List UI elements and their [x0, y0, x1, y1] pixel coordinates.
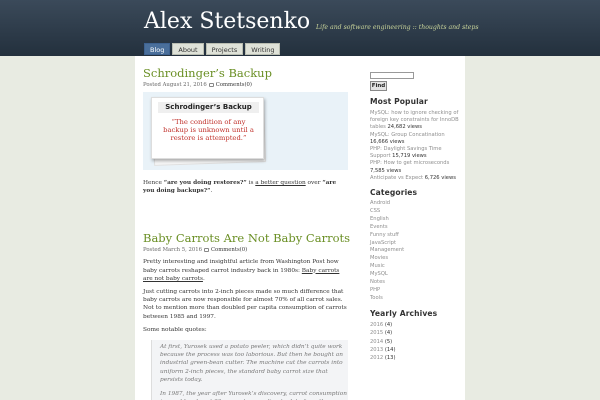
comment-icon [208, 83, 214, 87]
post: Baby Carrots Are Not Baby Carrots Posted… [143, 231, 350, 400]
archive-count: (4) [384, 321, 393, 328]
excerpt-text: . [210, 188, 213, 195]
archive-count: (4) [384, 330, 393, 337]
category-link[interactable]: Movies [370, 255, 460, 263]
category-link[interactable]: MySQL [370, 271, 460, 279]
most-popular-list: MySQL: how to ignore checking of foreign… [370, 110, 460, 182]
quote-card: Schrodinger’s Backup “The condition of a… [151, 97, 264, 159]
view-count: 6,726 views [424, 174, 456, 181]
paragraph: Some notable quotes: [143, 326, 207, 333]
category-link[interactable]: JavaScript [370, 240, 460, 248]
excerpt-text: Hence [143, 180, 164, 186]
quote-paragraph: In 1987, the year after Yurosek’s discov… [160, 391, 347, 400]
main-nav: Blog About Projects Writing [144, 43, 281, 55]
category-link[interactable]: PHP [370, 287, 460, 295]
archives-title: Yearly Archives [370, 308, 438, 318]
post-excerpt: Hence “are you doing restores?” is a bet… [143, 179, 348, 195]
nav-blog[interactable]: Blog [144, 43, 171, 55]
view-count: 24,682 views [387, 124, 422, 131]
popular-item: PHP: Daylight Savings Time Support 15,71… [370, 146, 460, 160]
search-input[interactable] [370, 72, 414, 79]
archive-count: (14) [384, 347, 396, 354]
popular-link[interactable]: PHP: How to get microseconds [370, 160, 449, 166]
blockquote: At first, Yurosek used a potato peeler, … [151, 340, 348, 400]
archive-year-link[interactable]: 2012 [370, 355, 383, 361]
card-title: Schrodinger’s Backup [158, 102, 259, 113]
nav-about[interactable]: About [172, 43, 204, 55]
card-quote: “The condition of any backup is unknown … [163, 118, 254, 142]
post-meta: Posted August 21, 2016 Comments(0) [143, 82, 348, 88]
category-link[interactable]: Notes [370, 279, 460, 287]
nav-writing[interactable]: Writing [245, 43, 281, 55]
archive-year-link[interactable]: 2013 [370, 347, 383, 353]
category-link[interactable]: Funny stuff [370, 232, 460, 240]
archive-item: 2014 (5) [370, 338, 460, 346]
paragraph: Just cutting carrots into 2-inch pieces … [143, 289, 347, 320]
find-button[interactable]: Find [370, 81, 387, 91]
sidebar: Find Most Popular MySQL: how to ignore c… [370, 72, 460, 363]
archive-year-link[interactable]: 2015 [370, 330, 383, 336]
view-count: 16,666 views [370, 138, 405, 145]
nav-projects[interactable]: Projects [205, 43, 244, 55]
comments-link[interactable]: Comments(0) [216, 82, 252, 88]
post-body: Pretty interesting and insightful articl… [143, 258, 348, 334]
categories-title: Categories [370, 188, 418, 198]
category-link[interactable]: Android [370, 200, 460, 208]
archive-count: (5) [384, 338, 393, 345]
paragraph-text: . [202, 275, 205, 282]
excerpt-text: is [246, 180, 256, 186]
excerpt-bold: “are you doing restores?” [163, 180, 247, 186]
popular-link[interactable]: MySQL: Group Concatination [370, 132, 445, 138]
category-link[interactable]: Events [370, 224, 460, 232]
archive-item: 2012 (13) [370, 354, 460, 362]
archives-list: 2016 (4) 2015 (4) 2014 (5) 2013 (14) 201… [370, 321, 460, 363]
paragraph: Pretty interesting and insightful articl… [143, 258, 348, 283]
site-tagline: Life and software engineering :: thought… [316, 24, 479, 31]
comment-icon [204, 248, 209, 253]
post: Schrodinger’s Backup Posted August 21, 2… [143, 66, 348, 195]
archive-item: 2013 (14) [370, 346, 460, 354]
archive-year-link[interactable]: 2014 [370, 339, 383, 345]
post-date: Posted August 21, 2016 [143, 82, 207, 88]
popular-item: MySQL: Group Concatination 16,666 views [370, 132, 460, 146]
popular-item: PHP: How to get microseconds 7,585 views [370, 160, 460, 174]
excerpt-text: over [305, 180, 323, 186]
post-title[interactable]: Schrodinger’s Backup [143, 66, 348, 80]
category-link[interactable]: Management [370, 247, 460, 255]
archive-year-link[interactable]: 2016 [370, 322, 383, 328]
post-date: Posted March 5, 2016 [143, 247, 202, 254]
popular-item: MySQL: how to ignore checking of foreign… [370, 110, 460, 132]
category-link[interactable]: English [370, 216, 460, 224]
category-link[interactable]: CSS [370, 208, 460, 216]
most-popular-title: Most Popular [370, 97, 428, 106]
view-count: 15,719 views [392, 153, 427, 160]
post-image: Schrodinger’s Backup “The condition of a… [143, 92, 348, 170]
view-count: 7,585 views [370, 167, 402, 174]
popular-item: Anticipate vs Expect 6,726 views [370, 175, 460, 182]
popular-link[interactable]: Anticipate vs Expect [370, 175, 423, 181]
categories-list: Android CSS English Events Funny stuff J… [370, 200, 460, 303]
category-link[interactable]: Music [370, 263, 460, 271]
site-title[interactable]: Alex Stetsenko [144, 9, 310, 34]
archive-count: (13) [384, 355, 396, 362]
quote-paragraph: At first, Yurosek used a potato peeler, … [160, 344, 343, 383]
main-content: Schrodinger’s Backup Posted August 21, 2… [143, 66, 350, 400]
better-question-link[interactable]: a better question [255, 180, 305, 186]
comments-link[interactable]: Comments(0) [211, 247, 247, 253]
post-meta: Posted March 5, 2016 Comments(0) [143, 247, 348, 253]
category-link[interactable]: Tools [370, 295, 460, 303]
archive-item: 2016 (4) [370, 321, 460, 329]
post-title[interactable]: Baby Carrots Are Not Baby Carrots [143, 231, 350, 245]
nav-bar: Blog About Projects Writing [0, 40, 600, 55]
archive-item: 2015 (4) [370, 329, 460, 337]
